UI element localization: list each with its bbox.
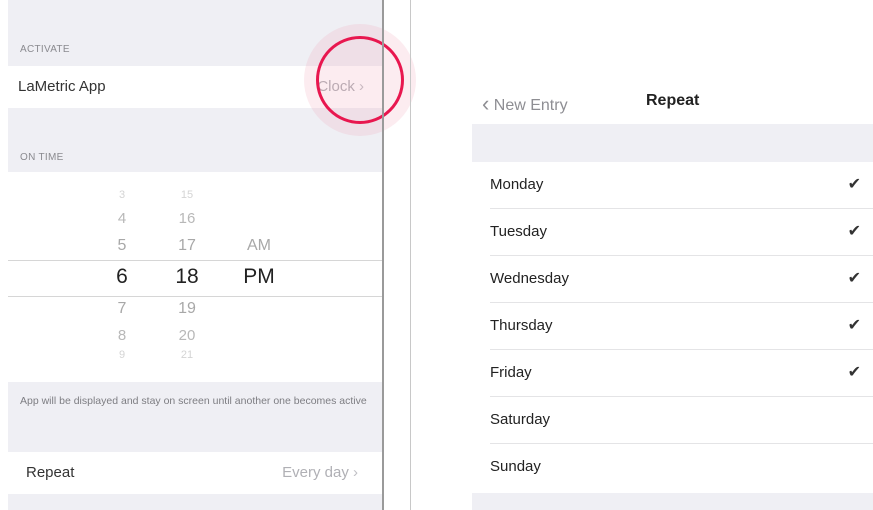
day-label: Saturday bbox=[490, 411, 551, 428]
day-row-wednesday[interactable]: Wednesday ✔ bbox=[472, 256, 873, 303]
day-row-friday[interactable]: Friday ✔ bbox=[472, 350, 873, 397]
panel-divider bbox=[410, 0, 411, 510]
time-picker[interactable]: 3 4 5 6 7 8 9 15 16 17 18 19 20 21 AM PM bbox=[8, 172, 382, 382]
day-label: Monday bbox=[490, 176, 544, 193]
page-title: Repeat bbox=[646, 92, 700, 109]
section-spacer bbox=[472, 124, 873, 162]
chevron-left-icon: ‹ bbox=[482, 91, 490, 116]
picker-selection-top-line bbox=[8, 260, 382, 261]
day-row-thursday[interactable]: Thursday ✔ bbox=[472, 303, 873, 350]
navigation-bar: ‹ New Entry Repeat bbox=[472, 80, 873, 124]
checkmark-icon: ✔ bbox=[847, 317, 861, 334]
hour-option[interactable]: 8 bbox=[102, 327, 142, 344]
activate-section-header: ACTIVATE bbox=[20, 44, 70, 55]
day-row-tuesday[interactable]: Tuesday ✔ bbox=[472, 209, 873, 256]
activation-footnote: App will be displayed and stay on screen… bbox=[20, 395, 367, 407]
hour-option[interactable]: 5 bbox=[102, 237, 142, 255]
chevron-right-icon: › bbox=[353, 464, 358, 481]
app-row-label: LaMetric App bbox=[18, 78, 106, 95]
tap-highlight-circle bbox=[316, 36, 404, 124]
repeat-row-value-text: Every day bbox=[282, 464, 349, 481]
minute-option[interactable]: 17 bbox=[167, 237, 207, 255]
checkmark-icon: ✔ bbox=[847, 364, 861, 381]
checkmark-icon: ✔ bbox=[847, 176, 861, 193]
day-label: Friday bbox=[490, 364, 532, 381]
back-button-label: New Entry bbox=[493, 97, 568, 114]
hour-option[interactable]: 9 bbox=[102, 349, 142, 361]
repeat-row-label: Repeat bbox=[26, 464, 75, 481]
back-button[interactable]: ‹ New Entry bbox=[482, 90, 568, 116]
minute-option[interactable]: 16 bbox=[167, 210, 207, 227]
repeat-row[interactable]: Repeat Every day › bbox=[8, 452, 382, 494]
hour-option[interactable]: 3 bbox=[102, 189, 142, 201]
repeat-row-value: Every day › bbox=[282, 464, 358, 481]
minute-option[interactable]: 15 bbox=[167, 189, 207, 201]
day-label: Wednesday bbox=[490, 270, 569, 287]
minute-option-selected[interactable]: 18 bbox=[167, 265, 207, 289]
day-row-sunday[interactable]: Sunday bbox=[472, 444, 873, 491]
day-row-saturday[interactable]: Saturday bbox=[472, 397, 873, 444]
hour-option[interactable]: 7 bbox=[102, 300, 142, 318]
day-label: Thursday bbox=[490, 317, 553, 334]
minute-option[interactable]: 19 bbox=[167, 300, 207, 318]
minute-option[interactable]: 20 bbox=[167, 327, 207, 344]
day-row-monday[interactable]: Monday ✔ bbox=[472, 162, 873, 209]
minute-option[interactable]: 21 bbox=[167, 349, 207, 361]
checkmark-icon: ✔ bbox=[847, 270, 861, 287]
repeat-screen: ‹ New Entry Repeat Monday ✔ Tuesday ✔ We… bbox=[472, 80, 873, 510]
picker-selection-bottom-line bbox=[8, 296, 382, 297]
checkmark-icon: ✔ bbox=[847, 223, 861, 240]
am-option[interactable]: AM bbox=[234, 237, 284, 255]
day-label: Tuesday bbox=[490, 223, 547, 240]
panel-divider bbox=[382, 0, 384, 510]
section-footer bbox=[472, 493, 873, 510]
hour-option-selected[interactable]: 6 bbox=[102, 265, 142, 289]
pm-option-selected[interactable]: PM bbox=[234, 265, 284, 289]
hour-option[interactable]: 4 bbox=[102, 210, 142, 227]
day-label: Sunday bbox=[490, 458, 541, 475]
on-time-section-header: ON TIME bbox=[20, 152, 64, 163]
